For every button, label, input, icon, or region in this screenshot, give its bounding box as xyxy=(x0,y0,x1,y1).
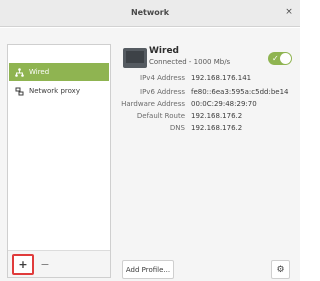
detail-row-ipv4: IPv4 Address 192.168.176.141 xyxy=(118,74,296,86)
detail-value: 00:0C:29:48:29:70 xyxy=(191,100,257,108)
sidebar-footer: + − xyxy=(8,250,110,277)
network-wired-icon xyxy=(15,67,24,77)
wired-device-icon xyxy=(123,48,147,68)
toggle-knob xyxy=(280,53,291,64)
network-proxy-icon xyxy=(15,87,24,96)
sidebar-item-label: Wired xyxy=(29,68,50,76)
settings-gear-icon[interactable]: ⚙ xyxy=(271,260,290,279)
window-body: Wired Network proxy + − Wired Connected … xyxy=(0,28,300,281)
check-icon: ✓ xyxy=(272,54,279,63)
detail-label: IPv4 Address xyxy=(140,74,185,82)
detail-label: Default Route xyxy=(136,112,185,120)
device-panel: Wired Connected - 1000 Mb/s ✓ IPv4 Addre… xyxy=(118,44,296,279)
detail-value: 192.168.176.2 xyxy=(191,124,243,132)
detail-label: IPv6 Address xyxy=(140,88,185,96)
sidebar: Wired Network proxy + − xyxy=(7,44,111,278)
add-profile-button[interactable]: Add Profile... xyxy=(122,260,174,279)
sidebar-item-wired[interactable]: Wired xyxy=(9,63,109,81)
detail-row-hardware: Hardware Address 00:0C:29:48:29:70 xyxy=(118,100,296,112)
detail-row-ipv6: IPv6 Address fe80::6ea3:595a:c5dd:be14 xyxy=(118,88,296,100)
device-status: Connected - 1000 Mb/s xyxy=(149,58,231,66)
detail-row-dns: DNS 192.168.176.2 xyxy=(118,124,296,136)
detail-row-default-route: Default Route 192.168.176.2 xyxy=(118,112,296,124)
device-name: Wired xyxy=(149,46,179,56)
title-bar: Network × xyxy=(0,0,300,27)
detail-label: Hardware Address xyxy=(121,100,185,108)
detail-value: 192.168.176.2 xyxy=(191,112,243,120)
device-enable-toggle[interactable]: ✓ xyxy=(268,52,292,65)
detail-value: fe80::6ea3:595a:c5dd:be14 xyxy=(191,88,289,96)
remove-connection-button[interactable]: − xyxy=(36,255,54,273)
sidebar-item-network-proxy[interactable]: Network proxy xyxy=(9,82,109,100)
window-title: Network xyxy=(130,8,170,17)
close-icon[interactable]: × xyxy=(283,6,295,18)
add-connection-button[interactable]: + xyxy=(12,254,34,275)
detail-value: 192.168.176.141 xyxy=(191,74,252,82)
sidebar-item-label: Network proxy xyxy=(29,87,80,95)
detail-label: DNS xyxy=(169,124,185,132)
